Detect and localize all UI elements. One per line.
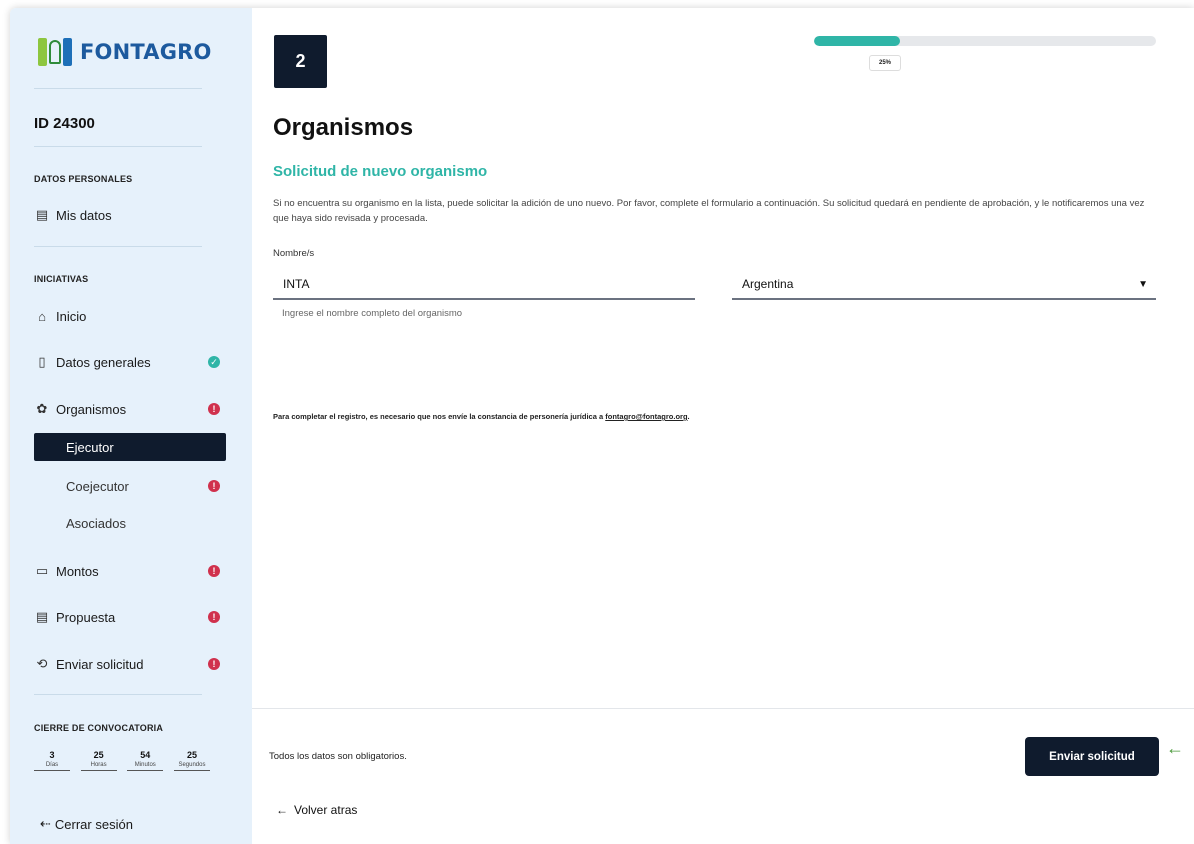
sidebar-item-montos[interactable]: ▭ Montos !	[34, 558, 226, 584]
section-title: Solicitud de nuevo organismo	[273, 163, 488, 180]
sidebar-subitem-ejecutor[interactable]: Ejecutor	[34, 433, 226, 461]
sidebar-subitem-label: Ejecutor	[66, 439, 114, 455]
error-icon: !	[208, 565, 220, 577]
sidebar-item-label: Enviar solicitud	[56, 656, 144, 672]
description-text: Si no encuentra su organismo en la lista…	[273, 198, 1145, 224]
countdown-timer: 3 Días 25 Horas 54 Minutos 25 Segundos	[34, 750, 210, 771]
countdown-seconds: 25 Segundos	[173, 750, 210, 771]
home-icon: ⌂	[38, 308, 46, 324]
sidebar-item-enviar-solicitud[interactable]: ⟲ Enviar solicitud !	[34, 651, 226, 677]
money-icon: ▭	[35, 563, 49, 578]
required-fields-note: Todos los datos son obligatorios.	[269, 751, 407, 762]
send-icon: ⟲	[36, 656, 48, 671]
sidebar-item-label: Mis datos	[56, 207, 112, 223]
progress-label: 25%	[869, 55, 901, 71]
logout-icon: ⇠	[40, 816, 51, 831]
sidebar-item-inicio[interactable]: ⌂ Inicio	[34, 303, 226, 329]
dropdown-arrow-icon: ▼	[1138, 279, 1148, 290]
divider	[34, 694, 202, 695]
error-icon: !	[208, 611, 220, 623]
progress-fill	[814, 36, 900, 46]
sidebar-item-label: Propuesta	[56, 609, 116, 625]
sidebar-item-organismos[interactable]: ✿ Organismos !	[34, 396, 226, 422]
document-icon: ▯	[38, 354, 46, 369]
countdown-minutes: 54 Minutos	[127, 750, 164, 771]
countdown-hours: 25 Horas	[80, 750, 117, 771]
application-id: ID 24300	[34, 115, 95, 132]
sidebar-item-label: Organismos	[56, 401, 127, 417]
sidebar-item-mis-datos[interactable]: ▤ Mis datos	[34, 202, 226, 228]
divider	[34, 88, 202, 89]
name-field-label: Nombre/s	[273, 248, 315, 259]
progress-bar	[814, 36, 1156, 46]
id-card-icon: ▤	[35, 207, 49, 222]
country-select[interactable]: Argentina ▼	[732, 270, 1156, 300]
arrow-left-icon: ←	[276, 803, 288, 817]
logout-label: Cerrar sesión	[54, 816, 133, 832]
divider	[34, 246, 202, 247]
sidebar-subitem-coejecutor[interactable]: Coejecutor !	[34, 472, 226, 500]
sidebar-subitem-label: Coejecutor	[66, 478, 129, 494]
sidebar-item-label: Montos	[56, 563, 99, 579]
pointer-arrow-icon: ←	[1166, 738, 1184, 758]
section-label-iniciativas: INICIATIVAS	[34, 274, 89, 284]
sidebar-item-label: Inicio	[56, 308, 87, 324]
fontagro-logo-icon	[38, 36, 72, 68]
error-icon: !	[208, 403, 220, 415]
brand-name: FONTAGRO	[80, 40, 212, 64]
error-icon: !	[208, 658, 220, 670]
sidebar-item-propuesta[interactable]: ▤ Propuesta !	[34, 604, 226, 630]
sidebar-item-label: Datos generales	[56, 354, 151, 370]
sidebar: FONTAGRO ID 24300 DATOS PERSONALES ▤ Mis…	[10, 8, 252, 844]
name-helper-text: Ingrese el nombre completo del organismo	[282, 308, 463, 319]
error-icon: !	[208, 480, 220, 492]
section-label-personal: DATOS PERSONALES	[34, 174, 133, 184]
registration-note: Para completar el registro, es necesario…	[273, 412, 690, 421]
countdown-days: 3 Días	[34, 750, 70, 771]
country-select-value: Argentina	[742, 277, 794, 291]
sidebar-subitem-label: Asociados	[66, 515, 126, 531]
step-number: 2	[274, 35, 327, 88]
app-window: FONTAGRO ID 24300 DATOS PERSONALES ▤ Mis…	[10, 8, 1194, 844]
sidebar-item-datos-generales[interactable]: ▯ Datos generales ✓	[34, 349, 226, 375]
back-link[interactable]: ← Volver atras	[276, 803, 357, 817]
fontagro-logo[interactable]: FONTAGRO	[38, 36, 212, 68]
footer-divider	[252, 708, 1194, 709]
check-icon: ✓	[208, 356, 220, 368]
submit-request-button[interactable]: Enviar solicitud	[1025, 737, 1159, 776]
page-title: Organismos	[273, 114, 414, 141]
organization-name-input[interactable]	[273, 270, 695, 300]
divider	[34, 146, 202, 147]
email-link[interactable]: fontagro@fontagro.org	[605, 412, 687, 421]
proposal-icon: ▤	[35, 609, 49, 624]
logout-button[interactable]: ⇠ Cerrar sesión	[40, 816, 133, 832]
back-label: Volver atras	[294, 803, 358, 817]
section-label-cierre: CIERRE DE CONVOCATORIA	[34, 723, 164, 733]
organization-icon: ✿	[36, 401, 48, 416]
sidebar-subitem-asociados[interactable]: Asociados	[34, 509, 226, 537]
